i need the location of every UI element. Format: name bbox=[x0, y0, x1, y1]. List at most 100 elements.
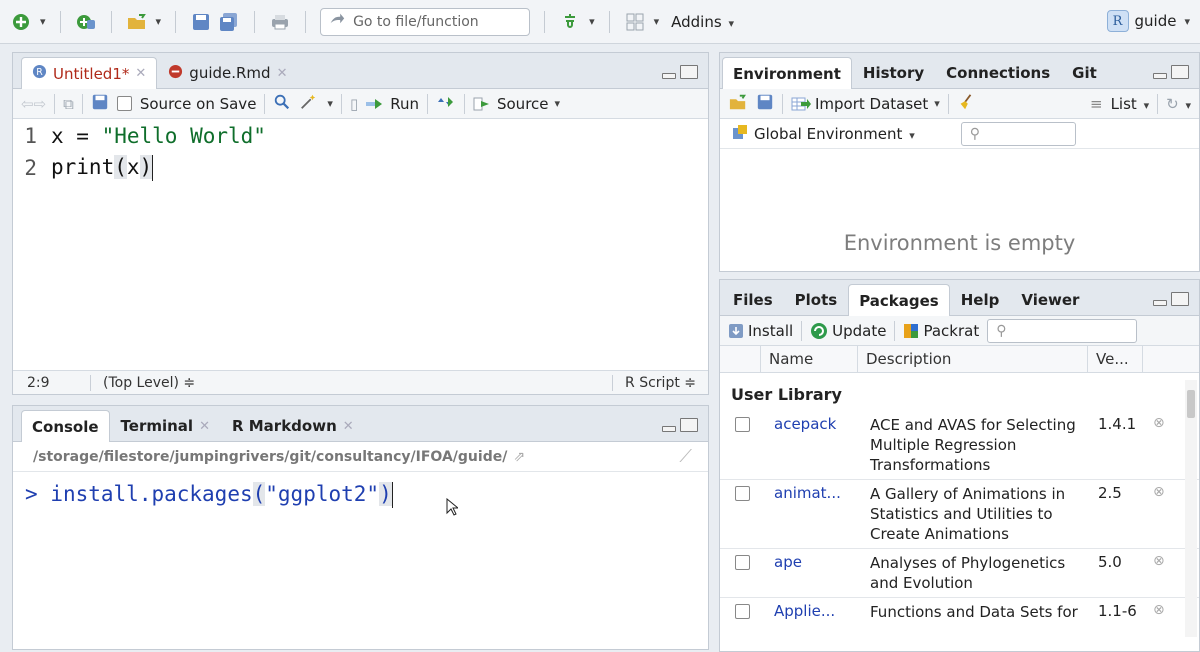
file-type-selector[interactable]: R Script ≑ bbox=[612, 374, 708, 391]
tab-files[interactable]: Files bbox=[722, 284, 784, 315]
column-header-version[interactable]: Ve... bbox=[1088, 346, 1143, 372]
compile-report-icon[interactable]: ▯ bbox=[350, 95, 358, 113]
package-description: Analyses of Phylogenetics and Evolution bbox=[870, 554, 1066, 592]
source-on-save-checkbox[interactable] bbox=[116, 96, 132, 111]
open-file-icon[interactable] bbox=[126, 11, 148, 33]
table-row: Applie... Functions and Data Sets for 'A… bbox=[720, 598, 1199, 624]
search-icon: ⚲ bbox=[969, 125, 980, 142]
grid-layout-icon[interactable] bbox=[624, 11, 646, 33]
console-pane: Console Terminal ✕ R Markdown ✕ /storage/f… bbox=[12, 405, 709, 650]
source-button[interactable]: Source ▾ bbox=[473, 95, 560, 113]
package-name-link[interactable]: Applie... bbox=[774, 602, 870, 620]
tab-plots[interactable]: Plots bbox=[784, 284, 849, 315]
package-name-link[interactable]: acepack bbox=[774, 415, 870, 433]
text-cursor bbox=[152, 155, 154, 181]
close-icon[interactable]: ✕ bbox=[135, 66, 146, 81]
packrat-button[interactable]: Packrat bbox=[903, 322, 979, 340]
remove-package-icon[interactable]: ⊗ bbox=[1153, 415, 1173, 431]
remove-package-icon[interactable]: ⊗ bbox=[1153, 484, 1173, 500]
new-file-icon[interactable] bbox=[10, 11, 32, 33]
maximize-icon[interactable] bbox=[680, 65, 698, 79]
close-icon[interactable]: ✕ bbox=[277, 66, 288, 81]
broom-icon[interactable] bbox=[957, 93, 975, 115]
go-to-directory-icon[interactable]: ⇗ bbox=[513, 449, 525, 465]
list-view-icon[interactable]: ≡ bbox=[1090, 95, 1103, 113]
tab-console[interactable]: Console bbox=[21, 410, 110, 442]
code-tools-dropdown-icon[interactable]: ▾ bbox=[327, 97, 333, 110]
global-environment-selector[interactable]: Global Environment ▾ bbox=[754, 125, 915, 143]
close-icon[interactable]: ✕ bbox=[199, 419, 210, 434]
remove-package-icon[interactable]: ⊗ bbox=[1153, 602, 1173, 618]
scope-selector[interactable]: (Top Level) ≑ bbox=[91, 375, 612, 391]
go-to-file-input[interactable]: Go to file/function bbox=[320, 7, 531, 36]
build-dropdown-icon[interactable]: ▾ bbox=[589, 15, 595, 28]
source-window-buttons bbox=[662, 65, 698, 79]
package-checkbox[interactable] bbox=[735, 486, 750, 501]
package-checkbox[interactable] bbox=[735, 417, 750, 432]
addins-menu[interactable]: Addins ▾ bbox=[671, 13, 734, 31]
minimize-icon[interactable] bbox=[1153, 73, 1167, 79]
tab-viewer[interactable]: Viewer bbox=[1010, 284, 1090, 315]
source-statusbar: 2:9 (Top Level) ≑ R Script ≑ bbox=[13, 370, 708, 394]
print-icon[interactable] bbox=[269, 11, 291, 33]
back-forward-icon[interactable]: ⇦⇨ bbox=[21, 95, 46, 113]
column-header-description[interactable]: Description bbox=[858, 346, 1088, 372]
maximize-icon[interactable] bbox=[1171, 65, 1189, 79]
install-button[interactable]: Install bbox=[728, 322, 793, 340]
tab-packages[interactable]: Packages bbox=[848, 284, 950, 316]
layout-dropdown-icon[interactable]: ▾ bbox=[654, 15, 660, 28]
new-project-icon[interactable] bbox=[75, 11, 97, 33]
package-name-link[interactable]: ape bbox=[774, 553, 870, 571]
show-in-window-icon[interactable]: ⧉ bbox=[63, 95, 74, 113]
update-button[interactable]: Update bbox=[810, 322, 886, 340]
rerun-icon[interactable] bbox=[436, 95, 456, 113]
packages-search-input[interactable]: ⚲ bbox=[987, 318, 1138, 343]
tab-history[interactable]: History bbox=[852, 57, 935, 88]
tab-terminal[interactable]: Terminal ✕ bbox=[110, 410, 221, 441]
clear-console-icon[interactable]: ⟋ bbox=[679, 446, 692, 467]
project-menu[interactable]: R guide ▾ bbox=[1106, 10, 1190, 32]
refresh-icon[interactable]: ↻ ▾ bbox=[1166, 95, 1191, 113]
column-header-name[interactable]: Name bbox=[761, 346, 858, 372]
package-description: Functions and Data Sets for 'Applied Pre… bbox=[870, 603, 1078, 624]
tab-connections[interactable]: Connections bbox=[935, 57, 1061, 88]
list-view-selector[interactable]: List ▾ bbox=[1111, 95, 1150, 113]
minimize-icon[interactable] bbox=[1153, 300, 1167, 306]
minimize-icon[interactable] bbox=[662, 426, 676, 432]
tab-r-markdown[interactable]: R Markdown ✕ bbox=[221, 410, 365, 441]
save-icon[interactable] bbox=[91, 93, 109, 115]
scrollbar-thumb[interactable] bbox=[1187, 390, 1195, 418]
save-all-icon[interactable] bbox=[218, 11, 240, 33]
magic-wand-icon[interactable] bbox=[299, 93, 317, 115]
console-input[interactable]: > install.packages("ggplot2") bbox=[13, 472, 708, 508]
search-icon[interactable] bbox=[273, 93, 291, 115]
tab-help[interactable]: Help bbox=[950, 284, 1011, 315]
maximize-icon[interactable] bbox=[1171, 292, 1189, 306]
save-workspace-icon[interactable] bbox=[756, 93, 774, 115]
environment-icon bbox=[732, 124, 748, 144]
new-file-dropdown-icon[interactable]: ▾ bbox=[40, 15, 46, 28]
mouse-pointer-icon bbox=[446, 497, 460, 520]
remove-package-icon[interactable]: ⊗ bbox=[1153, 553, 1173, 569]
build-tools-icon[interactable] bbox=[559, 11, 581, 33]
source-tabbar: R Untitled1* ✕ guide.Rmd ✕ bbox=[13, 53, 708, 89]
load-workspace-icon[interactable] bbox=[728, 93, 748, 115]
package-name-link[interactable]: animat... bbox=[774, 484, 870, 502]
tab-environment[interactable]: Environment bbox=[722, 57, 852, 89]
maximize-icon[interactable] bbox=[680, 418, 698, 432]
environment-pane: Environment History Connections Git Impo… bbox=[719, 52, 1200, 272]
open-file-dropdown-icon[interactable]: ▾ bbox=[156, 15, 162, 28]
vertical-scrollbar[interactable] bbox=[1185, 380, 1197, 637]
code-editor[interactable]: 1 x = "Hello World" 2 print(x) bbox=[13, 120, 708, 370]
tab-git[interactable]: Git bbox=[1061, 57, 1108, 88]
save-icon[interactable] bbox=[190, 11, 212, 33]
package-checkbox[interactable] bbox=[735, 604, 750, 619]
run-button[interactable]: Run bbox=[366, 95, 419, 113]
tab-guide-rmd[interactable]: guide.Rmd ✕ bbox=[157, 57, 298, 88]
close-icon[interactable]: ✕ bbox=[343, 419, 354, 434]
import-dataset-button[interactable]: Import Dataset ▾ bbox=[791, 95, 940, 113]
tab-untitled1[interactable]: R Untitled1* ✕ bbox=[21, 57, 158, 89]
minimize-icon[interactable] bbox=[662, 73, 676, 79]
package-checkbox[interactable] bbox=[735, 555, 750, 570]
environment-search-input[interactable]: ⚲ bbox=[960, 121, 1076, 146]
